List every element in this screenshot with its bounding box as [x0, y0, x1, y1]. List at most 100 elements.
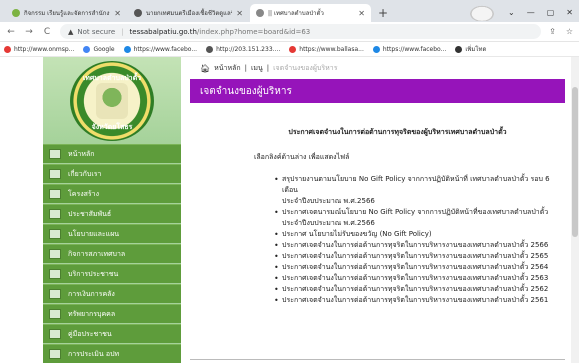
- warning-icon[interactable]: ▲: [68, 28, 73, 36]
- window-controls-area: ⌄ — ▢ ✕: [466, 3, 573, 21]
- tab-title: || เทศบาลตำบลป่าตั้ว: [268, 10, 324, 17]
- tab-activity[interactable]: กิจกรรม เรียนรู้และจัดการสำนักงานสมัยใหม…: [6, 4, 127, 22]
- close-tab-icon[interactable]: ✕: [236, 9, 243, 18]
- tab-municipality[interactable]: || เทศบาลตำบลป่าตั้ว ✕: [250, 4, 371, 22]
- menu-item-icon: [49, 209, 61, 219]
- share-icon[interactable]: ⇪: [549, 27, 556, 36]
- tab-title: กิจกรรม เรียนรู้และจัดการสำนักงานสมัยใหม…: [24, 10, 111, 17]
- bookmark-item[interactable]: เพิ่มโทด: [455, 44, 486, 54]
- window-controls: ⌄ — ▢ ✕: [508, 8, 573, 17]
- maximize-icon[interactable]: ▢: [547, 8, 555, 17]
- footer-divider: [190, 359, 565, 360]
- logo-top-text: เทศบาลตำบลป่าตั้ว: [82, 73, 142, 82]
- breadcrumb-current: เจตจำนงของผู้บริหาร: [273, 63, 338, 72]
- document-link[interactable]: ประกาศเจตนารมณ์นโยบาย No Gift Policy จาก…: [274, 207, 565, 218]
- document-link[interactable]: ประกาศเจตจำนงในการต่อต้านการทุจริตในการบ…: [274, 262, 565, 273]
- menu-item-icon: [49, 149, 61, 159]
- sidebar: เทศบาลตำบลป่าตั้ว จังหวัดยโสธร หน้าหลัก …: [43, 57, 181, 363]
- bookmark-favicon-icon: [455, 45, 463, 53]
- document-link[interactable]: ประกาศเจตจำนงในการต่อต้านการทุจริตในการบ…: [274, 295, 565, 306]
- municipality-seal-logo[interactable]: เทศบาลตำบลป่าตั้ว จังหวัดยโสธร: [70, 60, 154, 141]
- document-link-continuation[interactable]: ประจำปีงบประมาณ พ.ศ.2566: [274, 218, 565, 229]
- page-title-banner: เจตจำนงของผู้บริหาร: [190, 79, 565, 103]
- security-label[interactable]: Not secure: [77, 28, 115, 36]
- web-page: เทศบาลตำบลป่าตั้ว จังหวัดยโสธร หน้าหลัก …: [0, 57, 579, 363]
- bookmark-favicon-icon: [4, 45, 11, 53]
- menu-item-icon: [49, 349, 61, 359]
- breadcrumb: 🏠︎ หน้าหลัก | เมนู | เจตจำนงของผู้บริหาร: [190, 57, 565, 79]
- back-icon[interactable]: ←: [6, 27, 16, 37]
- document-link[interactable]: สรุปรายงานตามนโยบาย No Gift Policy จากกา…: [274, 174, 565, 196]
- sidebar-item-home[interactable]: หน้าหลัก: [43, 144, 181, 163]
- sidebar-item-label: กิจการสภาเทศบาล: [68, 249, 126, 258]
- sidebar-item-news[interactable]: ประชาสัมพันธ์: [43, 204, 181, 223]
- bookmark-item[interactable]: http://www.onmsp...: [4, 45, 74, 53]
- sidebar-item-finance[interactable]: การเงินการคลัง: [43, 284, 181, 303]
- sidebar-item-label: หน้าหลัก: [68, 149, 95, 158]
- page-scrollbar[interactable]: [571, 57, 579, 363]
- home-icon[interactable]: 🏠︎: [200, 64, 210, 73]
- menu-item-icon: [49, 309, 61, 319]
- minimize-icon[interactable]: —: [527, 8, 535, 17]
- close-tab-icon[interactable]: ✕: [114, 9, 121, 18]
- document-link[interactable]: ประกาศเจตจำนงในการต่อต้านการทุจริตในการบ…: [274, 284, 565, 295]
- bookmark-label: https://www.ballasa...: [299, 45, 364, 53]
- breadcrumb-menu[interactable]: เมนู: [251, 63, 263, 74]
- main-content: 🏠︎ หน้าหลัก | เมนู | เจตจำนงของผู้บริหาร…: [190, 57, 565, 363]
- document-link[interactable]: ประกาศ นโยบายไม่รับของขวัญ (No Gift Poli…: [274, 229, 565, 240]
- bookmark-label: เพิ่มโทด: [465, 46, 487, 53]
- menu-item-icon: [49, 189, 61, 199]
- breadcrumb-home[interactable]: หน้าหลัก: [214, 63, 240, 74]
- bookmark-star-icon[interactable]: ☆: [566, 27, 573, 36]
- instruction-text: เลือกลิงค์ด้านล่าง เพื่อแสดงไฟล์: [254, 153, 350, 161]
- sidebar-item-structure[interactable]: โครงสร้าง: [43, 184, 181, 203]
- sidebar-item-about[interactable]: เกี่ยวกับเรา: [43, 164, 181, 183]
- document-link[interactable]: ประกาศเจตจำนงในการต่อต้านการทุจริตในการบ…: [274, 240, 565, 251]
- sidebar-item-council[interactable]: กิจการสภาเทศบาล: [43, 244, 181, 263]
- address-toolbar: ← → C ▲ Not secure | tessabalpatiu.go.th…: [0, 22, 579, 42]
- tab-strip: กิจกรรม เรียนรู้และจัดการสำนักงานสมัยใหม…: [0, 0, 579, 22]
- seal-emblem-icon: [96, 82, 128, 119]
- sidebar-item-label: ทรัพยากรบุคคล: [68, 309, 116, 318]
- scrollbar-thumb[interactable]: [572, 87, 578, 237]
- bookmark-label: http://203.151.233....: [216, 45, 281, 53]
- document-link[interactable]: ประกาศเจตจำนงในการต่อต้านการทุจริตในการบ…: [274, 273, 565, 284]
- sidebar-item-label: คู่มือประชาชน: [68, 329, 112, 338]
- close-tab-icon[interactable]: ✕: [358, 9, 365, 18]
- menu-item-icon: [49, 169, 61, 179]
- page-title: เจตจำนงของผู้บริหาร: [200, 85, 292, 97]
- document-link-continuation[interactable]: ประจำปีงบประมาณ พ.ศ.2566: [274, 196, 565, 207]
- google-icon: [83, 45, 91, 53]
- document-link[interactable]: ประกาศเจตจำนงในการต่อต้านการทุจริตในการบ…: [274, 251, 565, 262]
- sidebar-item-services[interactable]: บริการประชาชน: [43, 264, 181, 283]
- reload-icon[interactable]: C: [42, 27, 52, 37]
- bookmark-item[interactable]: https://www.facebo...: [372, 45, 446, 53]
- menu-item-icon: [49, 329, 61, 339]
- bookmark-item[interactable]: https://www.facebo...: [123, 45, 198, 53]
- profile-mascot-icon: [466, 3, 499, 21]
- bookmark-favicon-icon: [206, 45, 214, 53]
- bookmarks-bar: http://www.onmsp... Google https://www.f…: [0, 42, 579, 57]
- forward-icon[interactable]: →: [24, 27, 34, 37]
- sidebar-item-policy[interactable]: นโยบายและแผน: [43, 224, 181, 243]
- browser-window: กิจกรรม เรียนรู้และจัดการสำนักงานสมัยใหม…: [0, 0, 579, 363]
- bookmark-item[interactable]: http://203.151.233....: [206, 45, 281, 53]
- sidebar-item-evaluation[interactable]: การประเมิน อปท: [43, 344, 181, 363]
- bookmark-item[interactable]: https://www.ballasa...: [289, 45, 364, 53]
- tab-search-icon[interactable]: ⌄: [508, 8, 515, 17]
- close-window-icon[interactable]: ✕: [566, 8, 573, 17]
- logo-bottom-text: จังหวัดยโสธร: [91, 122, 133, 131]
- new-tab-button[interactable]: +: [378, 6, 388, 20]
- tab-title: นายกเทศมนตรีเมืองเชื้อชีวิตดูแลรักษา: [146, 10, 232, 17]
- bookmark-item[interactable]: Google: [83, 45, 115, 53]
- bookmark-label: https://www.facebo...: [133, 45, 198, 53]
- tab-favicon-icon: [256, 9, 264, 17]
- url-host: tessabalpatiu.go.th: [129, 27, 197, 36]
- menu-item-icon: [49, 269, 61, 279]
- url-field[interactable]: ▲ Not secure | tessabalpatiu.go.th /inde…: [60, 24, 542, 39]
- sidebar-item-manual[interactable]: คู่มือประชาชน: [43, 324, 181, 343]
- sidebar-item-hr[interactable]: ทรัพยากรบุคคล: [43, 304, 181, 323]
- tab-mayor[interactable]: นายกเทศมนตรีเมืองเชื้อชีวิตดูแลรักษา ✕: [128, 4, 249, 22]
- sidebar-item-label: การประเมิน อปท: [68, 349, 120, 358]
- tab-favicon-icon: [134, 9, 142, 17]
